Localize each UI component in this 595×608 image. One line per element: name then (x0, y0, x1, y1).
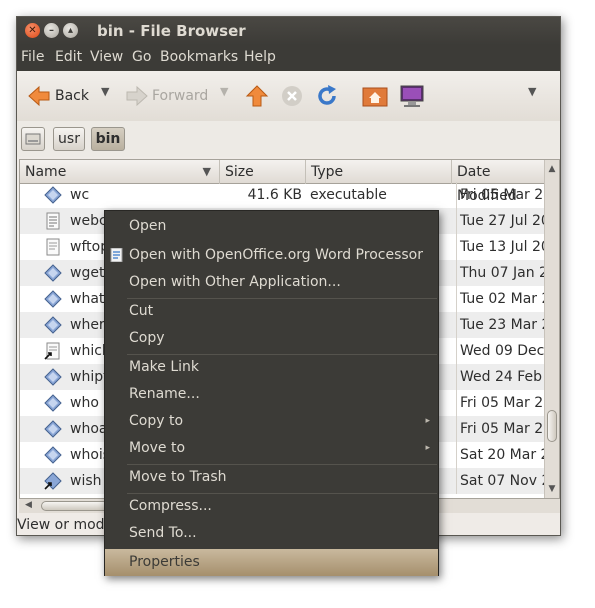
executable-icon (44, 446, 62, 464)
file-date: Tue 02 Mar 2010 (456, 286, 548, 312)
executable-icon (44, 420, 62, 438)
menu-item-open[interactable]: Open (105, 213, 438, 240)
title-bar[interactable]: ✕ – ▴ bin - File Browser (17, 17, 560, 45)
file-name: wc (70, 187, 90, 203)
menu-item-properties[interactable]: Properties (105, 549, 438, 576)
file-date: Fri 05 Mar 2010 (456, 390, 548, 416)
menu-item-send-to[interactable]: Send To... (105, 520, 438, 547)
menu-go[interactable]: Go (132, 49, 151, 65)
scroll-left-icon[interactable]: ◀ (25, 500, 32, 510)
scroll-up-icon[interactable]: ▲ (547, 164, 557, 174)
menu-item-make-link[interactable]: Make Link (105, 354, 438, 381)
file-date: Tue 27 Jul 2010 (456, 208, 548, 234)
column-header-row: Name ▼ Size Type Date Modified (20, 160, 559, 204)
column-header-date[interactable]: Date Modified (452, 160, 552, 204)
forward-arrow-icon (126, 85, 148, 107)
submenu-arrow-icon: ▸ (425, 443, 430, 453)
menu-help[interactable]: Help (244, 49, 276, 65)
back-history-dropdown[interactable]: ▼ (101, 85, 109, 98)
text-file-icon (46, 238, 60, 256)
toolbar-overflow-dropdown[interactable]: ▼ (528, 85, 536, 98)
reload-icon[interactable] (315, 84, 339, 108)
file-type: executable (310, 187, 387, 203)
submenu-arrow-icon: ▸ (425, 416, 430, 426)
executable-icon (44, 316, 62, 334)
file-date: Wed 24 Feb 2010 (456, 364, 548, 390)
link-file-icon (44, 342, 60, 360)
home-folder-icon[interactable] (362, 84, 388, 108)
forward-label: Forward (152, 88, 209, 104)
menu-view[interactable]: View (90, 49, 123, 65)
executable-icon (44, 394, 62, 412)
sort-descending-icon: ▼ (202, 165, 211, 178)
menu-item-rename[interactable]: Rename... (105, 381, 438, 408)
menu-bar: File Edit View Go Bookmarks Help (17, 45, 560, 71)
menu-item-move-to[interactable]: Move to ▸ (105, 435, 438, 462)
menu-bookmarks[interactable]: Bookmarks (160, 49, 238, 65)
executable-icon (44, 368, 62, 386)
vertical-scrollbar[interactable]: ▲ ▼ (544, 160, 559, 498)
path-crumb-bin[interactable]: bin (91, 127, 125, 151)
file-date: Fri 05 Mar 2010 (456, 416, 548, 442)
menu-item-move-to-trash[interactable]: Move to Trash (105, 464, 438, 491)
menu-item-copy-to[interactable]: Copy to ▸ (105, 408, 438, 435)
file-date: Tue 13 Jul 2010 (456, 234, 548, 260)
path-bar: usr bin (17, 121, 560, 157)
menu-item-compress[interactable]: Compress... (105, 493, 438, 520)
menu-item-open-with-word-processor[interactable]: Open with OpenOffice.org Word Processor (105, 242, 438, 269)
back-label: Back (55, 88, 89, 104)
menu-item-cut[interactable]: Cut (105, 298, 438, 325)
word-processor-icon (110, 248, 123, 262)
menu-edit[interactable]: Edit (55, 49, 82, 65)
menu-item-open-with-other[interactable]: Open with Other Application... (105, 269, 438, 296)
path-crumb-usr[interactable]: usr (53, 127, 85, 151)
file-date: Sat 07 Nov 2009 (456, 468, 548, 494)
window-title: bin - File Browser (97, 22, 246, 40)
forward-button[interactable]: Forward (125, 84, 217, 108)
toolbar: Back ▼ Forward ▼ ▼ (17, 71, 560, 121)
executable-icon (44, 186, 62, 204)
minimize-window-button[interactable]: – (44, 23, 59, 38)
menu-item-label: Copy to (129, 413, 184, 429)
context-menu: Open Open with OpenOffice.org Word Proce… (104, 210, 439, 576)
close-window-button[interactable]: ✕ (25, 23, 40, 38)
maximize-window-button[interactable]: ▴ (63, 23, 78, 38)
up-arrow-icon[interactable] (245, 84, 269, 108)
path-root-button[interactable] (21, 127, 45, 151)
forward-history-dropdown[interactable]: ▼ (220, 85, 228, 98)
script-icon (46, 212, 60, 230)
link-exec-icon (44, 472, 62, 490)
back-arrow-icon (28, 85, 50, 107)
file-date: Sat 20 Mar 2010 (456, 442, 548, 468)
file-date: Fri 05 Mar 2010 (456, 182, 548, 208)
stop-icon[interactable] (280, 84, 304, 108)
column-header-type[interactable]: Type (306, 160, 452, 184)
executable-icon (44, 264, 62, 282)
executable-icon (44, 290, 62, 308)
scroll-down-icon[interactable]: ▼ (547, 484, 557, 494)
column-header-name[interactable]: Name ▼ (20, 160, 220, 184)
file-date: Tue 23 Mar 2010 (456, 312, 548, 338)
column-header-size[interactable]: Size (220, 160, 306, 184)
back-button[interactable]: Back (27, 84, 97, 108)
file-size: 41.6 KB (247, 187, 302, 203)
menu-item-copy[interactable]: Copy (105, 325, 438, 352)
menu-item-label: Open with OpenOffice.org Word Processor (129, 247, 423, 263)
column-header-name-label: Name (25, 164, 67, 180)
menu-item-label: Move to (129, 440, 186, 456)
file-row[interactable]: wc 41.6 KB executable Fri 05 Mar 2010 (20, 182, 548, 208)
menu-file[interactable]: File (21, 49, 44, 65)
computer-icon[interactable] (399, 84, 425, 108)
drive-icon (25, 133, 41, 145)
file-date: Wed 09 Dec 2009 (456, 338, 548, 364)
vertical-scroll-thumb[interactable] (547, 410, 557, 442)
file-date: Thu 07 Jan 2010 (456, 260, 548, 286)
